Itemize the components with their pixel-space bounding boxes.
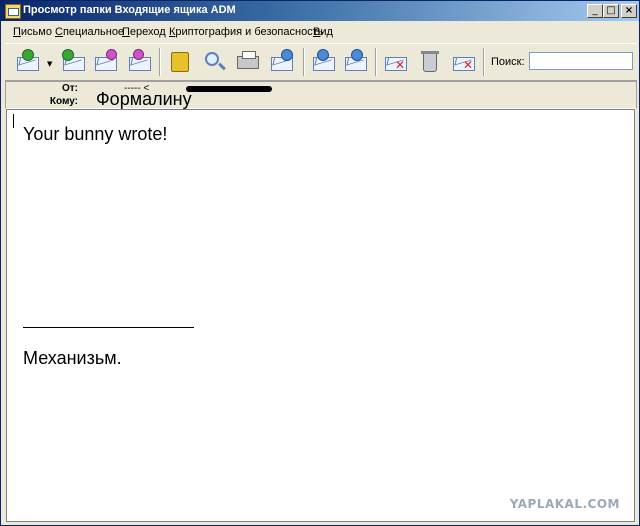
reply-badge (106, 49, 117, 60)
menu-item-special-rest: пециальное (62, 26, 125, 38)
message-line-1: Your bunny wrote! (23, 124, 168, 144)
toolbar-separator (303, 48, 305, 76)
forward-badge (133, 49, 144, 60)
delete-icon (421, 51, 439, 72)
from-label: От: (61, 83, 78, 94)
redaction-bar (186, 86, 272, 92)
watermark: YAPLAKAL.COM (509, 497, 620, 511)
receive-mail-badge (22, 49, 34, 61)
mark-junk-button[interactable]: ✕ (381, 48, 411, 76)
close-button[interactable]: × (621, 4, 637, 18)
search-input[interactable] (529, 52, 633, 70)
menu-item-crypto[interactable]: Криптография и безопасность (169, 26, 323, 38)
menu-item-go[interactable]: Переход (122, 26, 166, 38)
reply-all-button[interactable] (59, 48, 89, 76)
menu-item-view-rest: ид (320, 26, 333, 38)
block-sender-button[interactable]: ✕ (449, 48, 479, 76)
minimize-button[interactable]: _ (587, 4, 603, 18)
maximize-button[interactable]: □ (603, 4, 619, 18)
message-headers: От: ----- < Кому: Формалину (5, 81, 637, 109)
mail-window: Просмотр папки Входящие ящика ADM _ □ × … (0, 0, 640, 526)
toolbar-separator (483, 48, 485, 76)
mail-folder-icon (5, 4, 21, 19)
save-badge (281, 49, 293, 61)
message-divider (23, 327, 194, 328)
address-book-button[interactable] (165, 48, 195, 76)
search-label: Поиск: (491, 56, 525, 68)
menu-item-letter-rest: исьмо (20, 26, 52, 38)
block-sender-badge: ✕ (463, 58, 474, 72)
address-book-icon (171, 52, 189, 72)
menu-item-crypto-rest: риптография и безопасность (175, 26, 324, 38)
menu-item-go-rest: ереход (129, 26, 166, 38)
toolbar: ▼ ✕ ✕ Поиск: (5, 43, 637, 81)
menu-item-letter[interactable]: Письмо (13, 26, 52, 38)
previous-message-badge (317, 49, 329, 61)
forward-button[interactable] (125, 48, 155, 76)
text-caret (13, 114, 14, 128)
toolbar-separator (375, 48, 377, 76)
find-icon (205, 52, 219, 66)
next-message-badge (351, 49, 363, 61)
reply-all-badge (62, 49, 74, 61)
menu-item-letter-key: П (13, 26, 21, 38)
next-message-button[interactable] (341, 48, 371, 76)
to-value[interactable]: Формалину (96, 89, 192, 110)
menu-bar: Письмо Специальное Переход Криптография … (5, 23, 637, 41)
print-button[interactable] (233, 48, 263, 76)
menu-item-special-key: С (55, 26, 63, 38)
chevron-down-icon[interactable]: ▼ (47, 60, 52, 68)
previous-message-button[interactable] (309, 48, 339, 76)
title-bar[interactable]: Просмотр папки Входящие ящика ADM _ □ × (1, 1, 639, 21)
menu-item-go-key: П (122, 26, 130, 38)
print-icon (237, 51, 259, 69)
mark-junk-badge: ✕ (395, 58, 406, 72)
reply-button[interactable] (91, 48, 121, 76)
toolbar-separator (159, 48, 161, 76)
message-line-2: Механизьм. (23, 348, 122, 368)
receive-mail-button[interactable] (13, 48, 43, 76)
window-title: Просмотр папки Входящие ящика ADM (23, 4, 236, 16)
save-button[interactable] (267, 48, 297, 76)
to-label: Кому: (49, 96, 78, 107)
menu-item-special[interactable]: Специальное (55, 26, 124, 38)
menu-item-view[interactable]: Вид (313, 26, 333, 38)
message-body[interactable]: Your bunny wrote! Механизьм. YAPLAKAL.CO… (6, 109, 635, 522)
delete-button[interactable] (415, 48, 445, 76)
find-button[interactable] (199, 48, 229, 76)
